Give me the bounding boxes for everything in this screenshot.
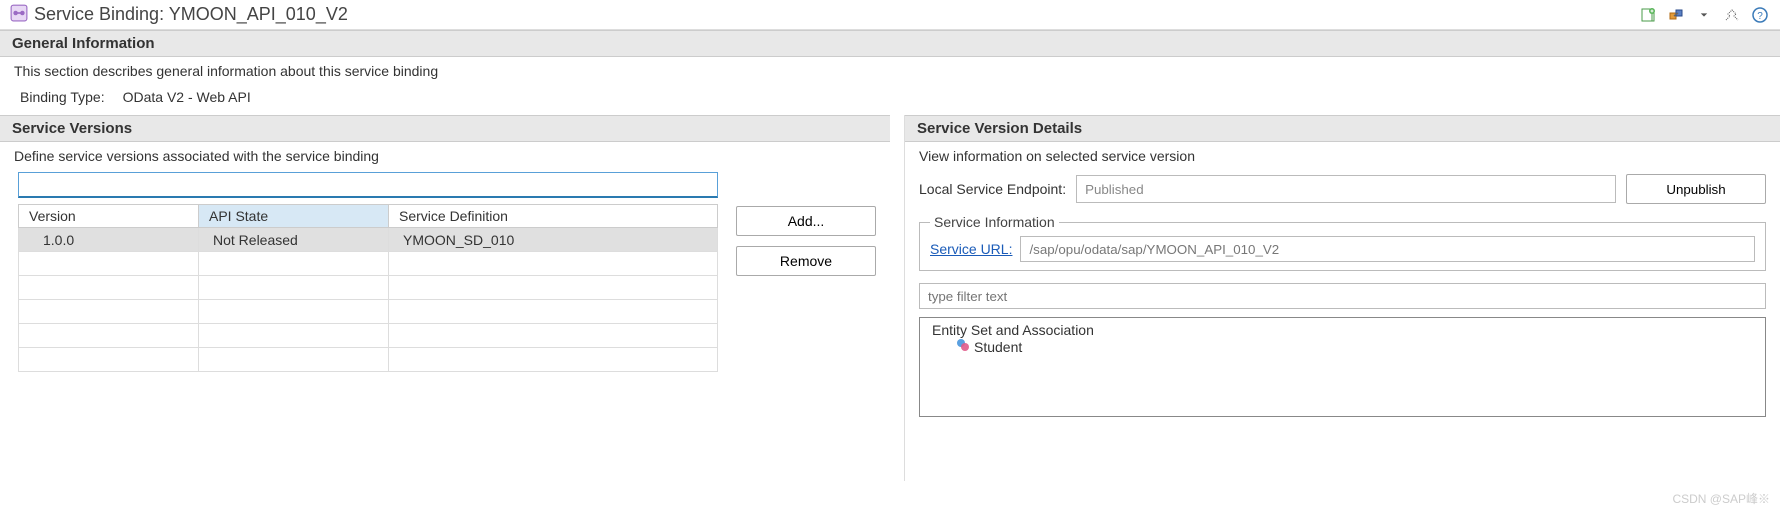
col-service-def[interactable]: Service Definition [389,205,718,228]
entity-root[interactable]: Entity Set and Association [930,322,1755,338]
service-url-link[interactable]: Service URL: [930,241,1012,257]
entity-item[interactable]: Student [930,338,1755,355]
add-button[interactable]: Add... [736,206,876,236]
unpublish-button[interactable]: Unpublish [1626,174,1766,204]
version-details-header: Service Version Details [905,115,1780,142]
table-row[interactable]: 1.0.0 Not Released YMOON_SD_010 [19,228,718,252]
page-title: Service Binding: YMOON_API_010_V2 [34,4,348,25]
table-row [19,348,718,372]
help-icon[interactable]: ? [1750,5,1770,25]
table-row [19,300,718,324]
service-info-legend: Service Information [930,214,1059,230]
svg-text:?: ? [1757,11,1763,22]
remove-button[interactable]: Remove [736,246,876,276]
service-versions-desc: Define service versions associated with … [0,142,890,168]
local-endpoint-field [1076,175,1616,203]
col-version[interactable]: Version [19,205,199,228]
entity-filter-input[interactable] [919,283,1766,309]
link-icon[interactable] [1666,5,1686,25]
binding-type-value: OData V2 - Web API [123,89,251,105]
entity-tree[interactable]: Entity Set and Association Student [919,317,1766,417]
new-icon[interactable] [1638,5,1658,25]
service-binding-icon [10,4,28,25]
general-info-desc: This section describes general informati… [0,57,1780,83]
col-api-state[interactable]: API State [199,205,389,228]
version-details-desc: View information on selected service ver… [905,142,1780,168]
binding-type-label: Binding Type: [20,89,105,105]
table-row [19,252,718,276]
breadcrumb-icon[interactable] [1722,5,1742,25]
service-url-field[interactable] [1020,236,1755,262]
entity-icon [956,338,970,355]
table-row [19,276,718,300]
versions-table[interactable]: Version API State Service Definition 1.0… [18,204,718,372]
toolbar: ? [1638,5,1770,25]
general-info-header: General Information [0,30,1780,57]
watermark: CSDN @SAP峰※ [1672,490,1770,507]
service-versions-header: Service Versions [0,115,890,142]
version-search-input[interactable] [18,172,718,198]
service-info-fieldset: Service Information Service URL: [919,214,1766,271]
local-endpoint-label: Local Service Endpoint: [919,181,1066,197]
table-row [19,324,718,348]
dropdown-icon[interactable] [1694,5,1714,25]
